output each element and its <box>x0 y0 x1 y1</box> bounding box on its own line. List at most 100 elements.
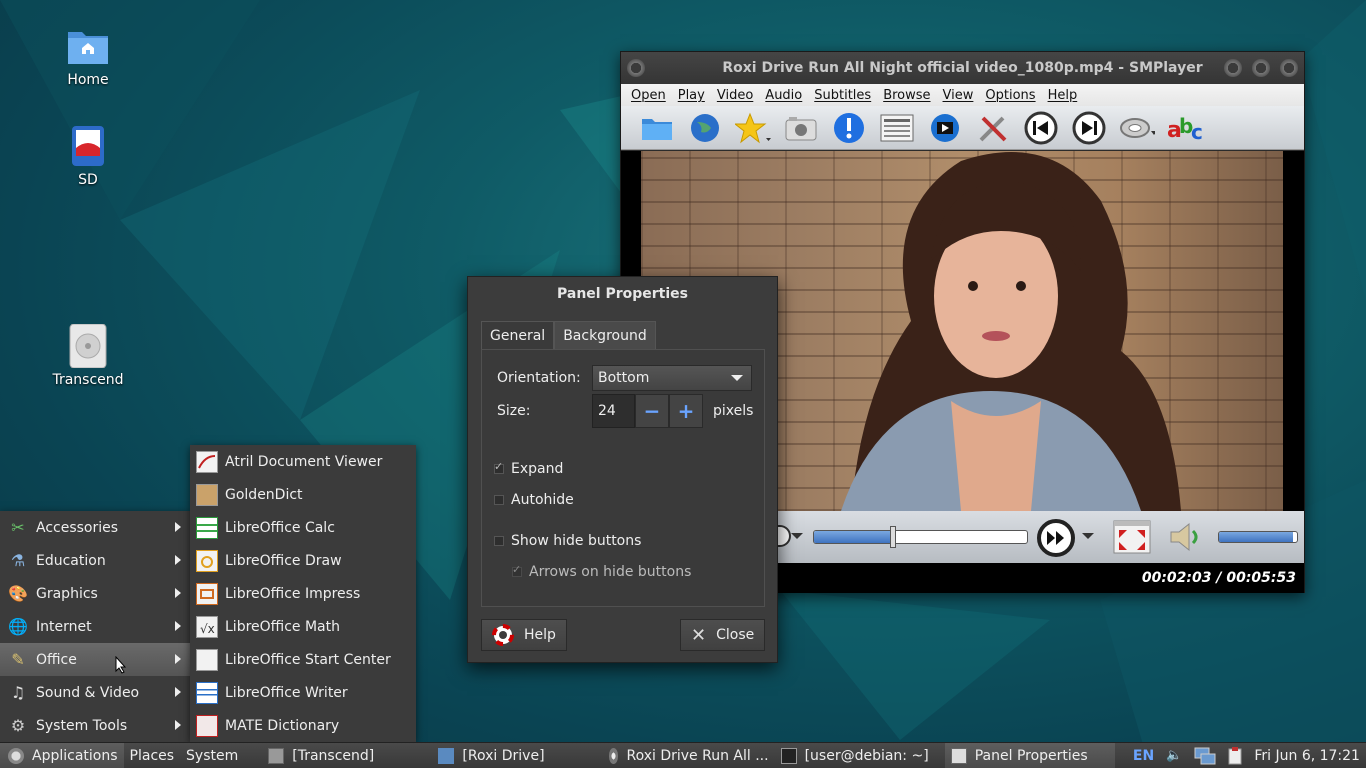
tools-icon[interactable] <box>975 110 1011 146</box>
menu-item-writer[interactable]: LibreOffice Writer <box>190 676 416 709</box>
menu-play[interactable]: Play <box>672 88 711 103</box>
task-panel-properties[interactable]: Panel Properties <box>944 742 1115 768</box>
volume-slider[interactable] <box>1218 531 1298 543</box>
info-icon[interactable] <box>831 110 867 146</box>
playlist-icon[interactable] <box>879 110 915 146</box>
dictionary-icon <box>196 714 218 737</box>
size-spinbox[interactable]: 24 <box>592 394 635 428</box>
audio-disc-icon[interactable] <box>1119 110 1155 146</box>
tab-general[interactable]: General <box>481 321 555 351</box>
minimize-icon[interactable] <box>1224 59 1242 77</box>
clipboard-tray-icon[interactable] <box>1222 743 1248 768</box>
applications-menu-button[interactable]: Applications <box>0 742 124 768</box>
minus-icon: − <box>643 399 661 423</box>
menu-item-goldendict[interactable]: GoldenDict <box>190 478 416 511</box>
goldendict-icon <box>196 483 218 506</box>
category-label: Office <box>36 651 77 668</box>
panel-properties-dialog[interactable]: Panel Properties General Background Orie… <box>467 276 778 663</box>
menu-category-office[interactable]: ✎ Office <box>0 643 190 676</box>
desktop-icon-home[interactable]: Home <box>38 24 138 88</box>
chevron-down-icon[interactable] <box>791 533 803 539</box>
chevron-right-icon <box>175 621 181 631</box>
help-label: Help <box>524 627 556 643</box>
places-menu-button[interactable]: Places <box>124 743 181 768</box>
item-label: LibreOffice Start Center <box>225 651 391 668</box>
menu-video[interactable]: Video <box>711 88 759 103</box>
size-increment-button[interactable]: + <box>669 394 703 428</box>
system-label: System <box>186 747 239 764</box>
screenshot-camera-icon[interactable] <box>783 110 819 146</box>
education-icon: ⚗ <box>10 551 26 570</box>
open-folder-icon[interactable] <box>639 110 675 146</box>
menu-view[interactable]: View <box>937 88 980 103</box>
keyboard-layout-indicator[interactable]: EN <box>1127 743 1160 768</box>
folder-home-icon <box>66 24 110 68</box>
menu-category-system-tools[interactable]: ⚙ System Tools <box>0 709 190 742</box>
clock[interactable]: Fri Jun 6, 17:21 <box>1248 743 1366 768</box>
category-label: Internet <box>36 618 92 635</box>
volume-tray-icon[interactable]: 🔈 <box>1160 743 1188 768</box>
calc-icon <box>196 516 218 539</box>
globe-icon[interactable] <box>687 110 723 146</box>
help-button[interactable]: Help <box>481 619 567 651</box>
menu-help[interactable]: Help <box>1042 88 1084 103</box>
previous-icon[interactable] <box>1023 110 1059 146</box>
sd-card-icon <box>66 124 110 168</box>
show-hide-buttons-checkbox[interactable] <box>494 536 504 546</box>
fullscreen-icon[interactable] <box>1113 520 1151 558</box>
arrows-checkbox[interactable] <box>512 563 522 577</box>
task-smplayer[interactable]: Roxi Drive Run All ... <box>603 743 775 768</box>
subtitles-abc-icon[interactable]: abc <box>1167 110 1203 146</box>
size-decrement-button[interactable]: − <box>635 394 669 428</box>
chevron-down-icon <box>731 375 743 381</box>
seek-handle[interactable] <box>889 526 896 548</box>
expand-checkbox[interactable] <box>494 460 504 474</box>
task-roxi-drive-folder[interactable]: [Roxi Drive] <box>432 743 602 768</box>
maximize-icon[interactable] <box>1252 59 1270 77</box>
network-tray-icon[interactable] <box>1188 743 1222 768</box>
writer-icon <box>196 681 218 704</box>
menu-category-sound-video[interactable]: ♫ Sound & Video <box>0 676 190 709</box>
video-clip-icon[interactable] <box>927 110 963 146</box>
menu-options[interactable]: Options <box>979 88 1041 103</box>
menu-item-atril[interactable]: Atril Document Viewer <box>190 445 416 478</box>
menu-audio[interactable]: Audio <box>759 88 808 103</box>
menu-item-mate-dictionary[interactable]: MATE Dictionary <box>190 709 416 742</box>
menu-item-calc[interactable]: LibreOffice Calc <box>190 511 416 544</box>
item-label: MATE Dictionary <box>225 717 340 734</box>
menu-browse[interactable]: Browse <box>877 88 936 103</box>
task-transcend[interactable]: [Transcend] <box>262 743 432 768</box>
close-button[interactable]: ✕ Close <box>680 619 766 651</box>
system-menu-button[interactable]: System <box>180 743 244 768</box>
menu-item-draw[interactable]: LibreOffice Draw <box>190 544 416 577</box>
item-label: LibreOffice Calc <box>225 519 335 536</box>
menu-item-impress[interactable]: LibreOffice Impress <box>190 577 416 610</box>
desktop-icon-label: Transcend <box>52 372 124 388</box>
autohide-checkbox[interactable] <box>494 495 504 505</box>
menu-open[interactable]: Open <box>625 88 672 103</box>
menu-item-math[interactable]: √x LibreOffice Math <box>190 610 416 643</box>
orientation-select[interactable]: Bottom <box>592 365 752 391</box>
menu-category-education[interactable]: ⚗ Education <box>0 544 190 577</box>
close-icon: ✕ <box>691 624 707 646</box>
window-menu-icon[interactable] <box>627 59 645 77</box>
desktop-icon-sd[interactable]: SD <box>38 124 138 188</box>
desktop-icon-transcend[interactable]: Transcend <box>38 323 138 388</box>
menu-item-startcenter[interactable]: LibreOffice Start Center <box>190 643 416 676</box>
forward-icon[interactable] <box>1036 518 1076 562</box>
tab-background[interactable]: Background <box>554 321 656 351</box>
next-icon[interactable] <box>1071 110 1107 146</box>
volume-icon[interactable] <box>1169 521 1205 557</box>
menu-category-internet[interactable]: 🌐 Internet <box>0 610 190 643</box>
smplayer-titlebar[interactable]: Roxi Drive Run All Night official video_… <box>621 52 1304 84</box>
menu-category-graphics[interactable]: 🎨 Graphics <box>0 577 190 610</box>
task-label: [Roxi Drive] <box>462 747 545 764</box>
menu-subtitles[interactable]: Subtitles <box>808 88 877 103</box>
task-terminal[interactable]: [user@debian: ~] <box>775 743 945 768</box>
category-label: System Tools <box>36 717 128 734</box>
chevron-down-icon[interactable] <box>1082 533 1094 539</box>
close-icon[interactable] <box>1280 59 1298 77</box>
favorites-star-icon[interactable] <box>735 110 771 146</box>
seek-bar[interactable] <box>813 530 1028 544</box>
menu-category-accessories[interactable]: ✂ Accessories <box>0 511 190 544</box>
